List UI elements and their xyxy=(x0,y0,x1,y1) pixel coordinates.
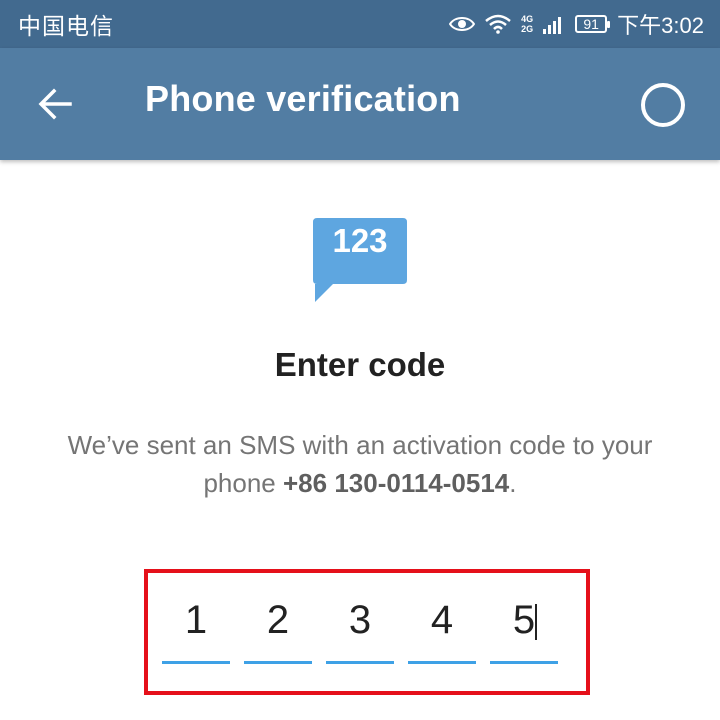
eye-icon xyxy=(449,17,476,31)
carrier-name: 中国电信 xyxy=(18,13,114,39)
wifi-icon xyxy=(485,14,511,34)
description-suffix: . xyxy=(509,468,517,498)
code-digit-field-4[interactable]: 4 xyxy=(408,598,476,664)
code-digit-2: 2 xyxy=(266,598,290,642)
back-button[interactable] xyxy=(36,84,76,124)
status-bar: 中国电信 4G 2G 91 下午3:02 xyxy=(0,0,720,48)
arrow-left-icon xyxy=(38,88,72,120)
code-underline-5 xyxy=(490,661,558,664)
network-type-bottom: 2G xyxy=(521,24,534,34)
code-digit-4: 4 xyxy=(430,598,454,642)
signal-icon xyxy=(543,17,562,34)
code-digit-field-2[interactable]: 2 xyxy=(244,598,312,664)
status-icons: 4G 2G 91 下午3:02 xyxy=(449,8,704,40)
page-title: Phone verification xyxy=(145,78,461,119)
network-type-top: 4G xyxy=(521,14,534,24)
progress-ring-icon xyxy=(641,83,685,127)
battery-level: 91 xyxy=(583,16,599,32)
text-caret xyxy=(535,604,537,640)
phone-number: +86 130-0114-0514 xyxy=(283,468,510,498)
code-underline-2 xyxy=(244,661,312,664)
code-digit-field-1[interactable]: 1 xyxy=(162,598,230,664)
network-type: 4G 2G xyxy=(521,14,533,34)
sms-description: We’ve sent an SMS with an activation cod… xyxy=(40,426,680,502)
code-underline-4 xyxy=(408,661,476,664)
code-digit-field-3[interactable]: 3 xyxy=(326,598,394,664)
code-digit-5: 5 xyxy=(512,598,536,642)
status-time: 下午3:02 xyxy=(617,13,704,38)
battery-icon: 91 xyxy=(575,15,611,33)
app-bar: Phone verification xyxy=(0,48,720,160)
code-underline-3 xyxy=(326,661,394,664)
sms-code-icon: 123 xyxy=(313,218,407,304)
enter-code-heading: Enter code xyxy=(274,346,446,383)
code-underline-1 xyxy=(162,661,230,664)
code-digit-1: 1 xyxy=(184,598,208,642)
sms-icon-label: 123 xyxy=(332,222,388,259)
code-digit-3: 3 xyxy=(348,598,372,642)
code-digit-field-5[interactable]: 5 xyxy=(490,598,558,664)
